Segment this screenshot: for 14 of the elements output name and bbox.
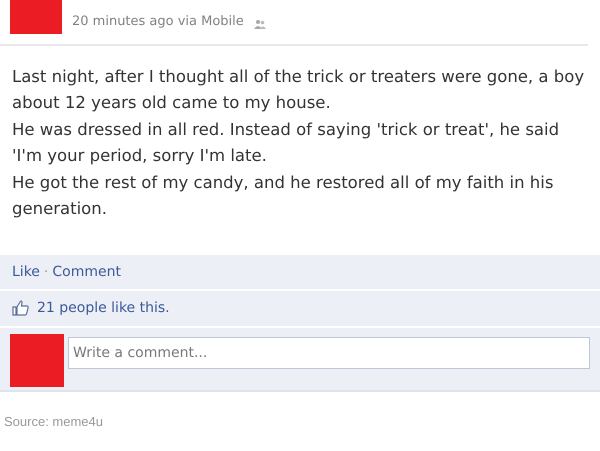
people-icon xyxy=(254,19,266,29)
separator: · xyxy=(44,264,48,280)
avatar xyxy=(10,334,64,387)
source-caption: Source: meme4u xyxy=(3,412,104,431)
likes-count[interactable]: 21 people like this. xyxy=(37,300,170,316)
thumbs-up-icon xyxy=(12,300,29,316)
post-timestamp: 20 minutes ago via Mobile xyxy=(72,14,244,29)
comment-field[interactable]: Write a comment... xyxy=(68,336,590,369)
post-text: Last night, after I thought all of the trick or treaters were gone, a boy about 12 years old came to my house. xyxy=(12,66,586,114)
like-link[interactable]: Like xyxy=(12,264,40,280)
post-text: He was dressed in all red. Instead of saying 'trick or treat', he said 'I'm your period, sorry I'm late. xyxy=(12,118,560,168)
avatar xyxy=(10,0,62,34)
comment-link[interactable]: Comment xyxy=(52,264,121,280)
post-text: He got the rest of my candy, and he restored all of my faith in his generation. xyxy=(12,172,554,220)
